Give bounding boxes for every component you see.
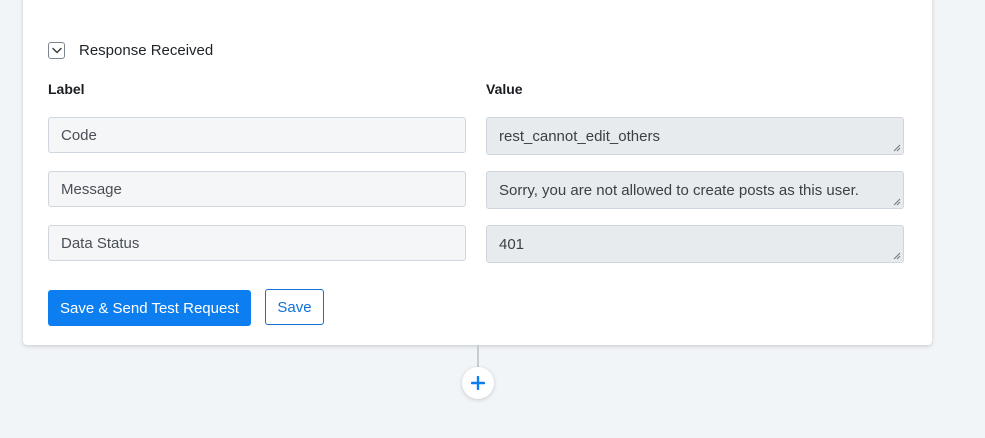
label-column-header: Label bbox=[48, 81, 85, 97]
value-text: Sorry, you are not allowed to create pos… bbox=[499, 181, 859, 199]
resize-grip-icon[interactable] bbox=[893, 198, 901, 206]
resize-grip-icon[interactable] bbox=[893, 144, 901, 152]
section-title: Response Received bbox=[79, 42, 214, 59]
step-connector bbox=[477, 345, 479, 367]
section-header: Response Received bbox=[48, 42, 213, 59]
label-field-message[interactable]: Message bbox=[48, 171, 466, 207]
plus-icon bbox=[471, 376, 485, 390]
collapse-toggle[interactable] bbox=[48, 42, 65, 59]
label-field-data-status[interactable]: Data Status bbox=[48, 225, 466, 261]
value-text: 401 bbox=[499, 235, 525, 253]
save-button[interactable]: Save bbox=[265, 289, 324, 325]
add-step-button[interactable] bbox=[462, 367, 494, 399]
save-and-send-test-button[interactable]: Save & Send Test Request bbox=[48, 290, 251, 326]
label-field-code[interactable]: Code bbox=[48, 117, 466, 153]
value-text: rest_cannot_edit_others bbox=[499, 127, 660, 145]
value-field-message[interactable]: Sorry, you are not allowed to create pos… bbox=[486, 171, 904, 209]
resize-grip-icon[interactable] bbox=[893, 252, 901, 260]
value-column-header: Value bbox=[486, 81, 523, 97]
chevron-down-icon bbox=[51, 47, 62, 54]
response-card: Response Received Label Value Code rest_… bbox=[23, 0, 932, 345]
value-field-code[interactable]: rest_cannot_edit_others bbox=[486, 117, 904, 155]
value-field-data-status[interactable]: 401 bbox=[486, 225, 904, 263]
